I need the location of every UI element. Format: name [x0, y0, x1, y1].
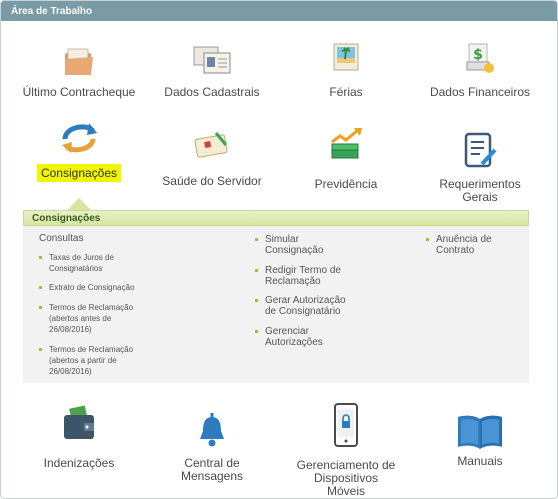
tile-label: Gerenciamento de Dispositivos Móveis — [296, 458, 396, 498]
wallet-icon — [64, 405, 94, 439]
tile-indenizacoes[interactable]: Indenizações — [19, 405, 139, 475]
folder-icon — [65, 48, 93, 75]
link-extrato-de-consignacao[interactable]: Extrato de Consignação — [39, 282, 169, 293]
refresh-arrows-icon — [62, 123, 97, 153]
tile-label: Requerimentos Gerais — [439, 177, 521, 204]
bullet — [39, 256, 42, 259]
link-taxas-de-juros[interactable]: Taxas de Juros de Consignatários — [39, 252, 149, 274]
panel-title: Área de Trabalho — [11, 6, 93, 17]
vacation-postcard-icon — [333, 43, 359, 71]
link-simular-consignacao[interactable]: Simular Consignação — [255, 234, 355, 256]
bullet — [39, 348, 42, 351]
money-card-icon: $ — [466, 43, 494, 73]
tile-requerimentos-gerais[interactable]: Requerimentos Gerais — [420, 128, 540, 204]
consultas-heading: Consultas — [39, 233, 84, 244]
id-cards-icon — [193, 46, 231, 74]
tile-ultimo-contracheque[interactable]: Último Contracheque — [19, 41, 139, 103]
tile-previdencia[interactable]: Previdência — [286, 128, 406, 191]
link-gerenciar-autorizacoes[interactable]: Gerenciar Autorizações — [255, 326, 355, 348]
tile-saude-do-servidor[interactable]: Saúde do Servidor — [152, 127, 272, 189]
mobile-lock-icon — [334, 403, 358, 447]
tile-label: Dados Financeiros — [429, 85, 531, 99]
bell-icon — [200, 413, 224, 447]
link-redigir-termo[interactable]: Redigir Termo de Reclamação — [255, 265, 355, 287]
tile-label: Indenizações — [43, 456, 115, 470]
tile-ferias[interactable]: Férias — [286, 41, 406, 103]
submenu-title: Consignações — [32, 213, 101, 224]
link-gerar-autorizacao[interactable]: Gerar Autorização de Consignatário — [255, 295, 355, 317]
bullet — [39, 306, 42, 309]
tile-consignacoes[interactable]: Consignações — [19, 119, 139, 182]
tile-central-de-mensagens[interactable]: Central de Mensagens — [152, 405, 272, 483]
link-anuencia-de-contrato[interactable]: Anuência de Contrato — [426, 234, 506, 256]
tile-label: Saúde do Servidor — [162, 174, 262, 188]
svg-text:$: $ — [473, 47, 483, 63]
tile-label: Central de Mensagens — [180, 456, 244, 483]
health-clipboard-icon — [194, 132, 228, 158]
link-termos-reclamacao-apos[interactable]: Termos de Reclamação (abertos a partir d… — [39, 344, 141, 377]
bullet — [255, 330, 258, 333]
tile-gerenciamento-dispositivos[interactable]: Gerenciamento de Dispositivos Móveis — [286, 403, 406, 498]
book-icon — [458, 415, 502, 449]
tile-dados-cadastrais[interactable]: Dados Cadastrais — [152, 41, 272, 103]
tile-label: Consignações — [19, 164, 139, 182]
tile-manuais[interactable]: Manuais — [420, 405, 540, 475]
bullet — [426, 238, 429, 241]
bullet — [255, 299, 258, 302]
submenu-header: Consignações — [23, 210, 529, 226]
tile-dados-financeiros[interactable]: $ Dados Financeiros — [420, 41, 540, 103]
workspace-panel: Área de Trabalho Último Contracheque Dad… — [0, 0, 558, 499]
tile-label: Previdência — [314, 177, 378, 191]
tile-label: Dados Cadastrais — [164, 85, 260, 99]
money-growth-icon — [331, 128, 362, 159]
bullet — [39, 286, 42, 289]
bullet — [255, 269, 258, 272]
document-pen-icon — [464, 132, 497, 168]
tile-label: Manuais — [457, 454, 503, 468]
link-termos-reclamacao-antes[interactable]: Termos de Reclamação (abertos antes de 2… — [39, 302, 139, 335]
consignacoes-highlight: Consignações — [36, 164, 122, 182]
tile-label: Último Contracheque — [22, 85, 136, 99]
panel-header: Área de Trabalho — [1, 1, 557, 21]
tile-label: Férias — [329, 85, 363, 99]
bullet — [255, 238, 258, 241]
